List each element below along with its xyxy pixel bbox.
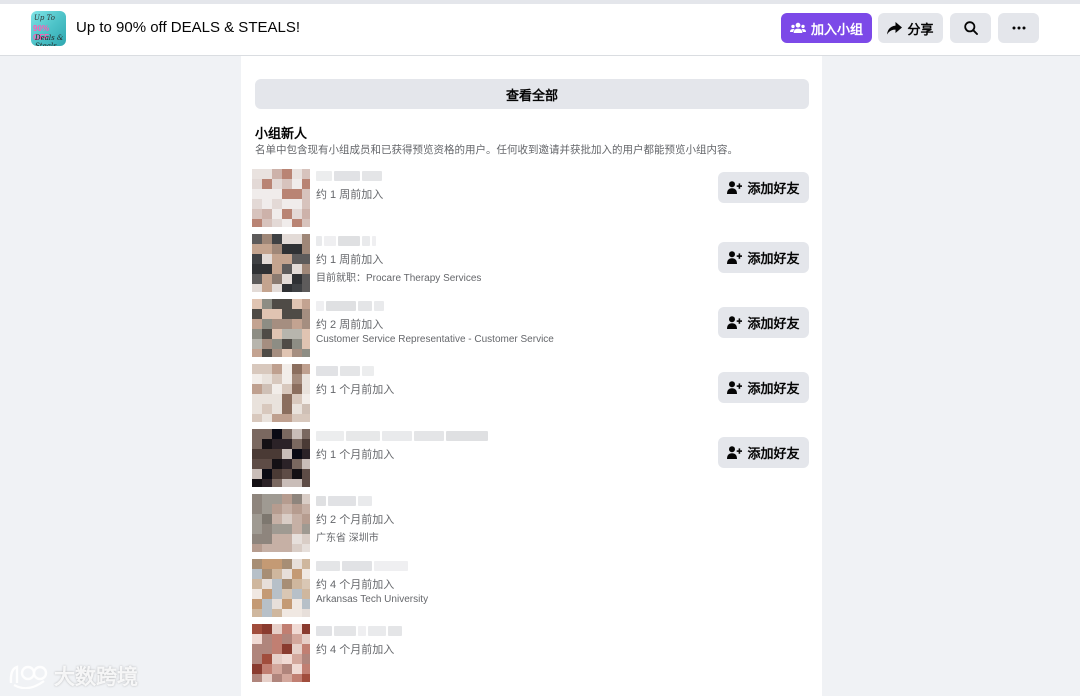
add-friend-button[interactable]: 添加好友 <box>718 307 809 338</box>
add-friend-label: 添加好友 <box>747 316 800 331</box>
member-name-blurred[interactable] <box>316 559 408 573</box>
group-title[interactable]: Up to 90% off DEALS & STEALS! <box>76 19 300 36</box>
add-friend-icon <box>727 251 743 264</box>
member-name-blurred[interactable] <box>316 169 382 183</box>
member-joined-time: 约 1 周前加入 <box>316 254 384 266</box>
add-friend-button[interactable]: 添加好友 <box>718 172 809 203</box>
member-joined-time: 约 4 个月前加入 <box>316 579 395 591</box>
add-friend-label: 添加好友 <box>747 251 800 266</box>
section-title: 小组新人 <box>255 126 308 141</box>
watermark-text: 大数跨境 <box>54 666 138 689</box>
new-members-panel: 查看全部 小组新人 名单中包含现有小组成员和已获得预览资格的用户。任何收到邀请并… <box>241 56 822 696</box>
member-name-blurred[interactable] <box>316 234 376 248</box>
member-avatar[interactable] <box>252 559 310 617</box>
add-friend-button[interactable]: 添加好友 <box>718 242 809 273</box>
member-row: 约 1 个月前加入 添加好友 <box>252 364 812 424</box>
group-icon <box>789 22 806 33</box>
add-friend-icon <box>727 181 743 194</box>
add-friend-icon <box>727 446 743 459</box>
search-icon <box>963 21 978 35</box>
member-joined-time: 约 1 个月前加入 <box>316 449 395 461</box>
member-avatar[interactable] <box>252 624 310 682</box>
add-friend-button[interactable]: 添加好友 <box>718 437 809 468</box>
member-joined-time: 约 2 个月前加入 <box>316 514 395 526</box>
share-button[interactable]: 分享 <box>878 13 943 43</box>
view-all-button[interactable]: 查看全部 <box>255 79 809 109</box>
member-name-blurred[interactable] <box>316 429 488 443</box>
member-row: 约 2 周前加入 Customer Service Representative … <box>252 299 812 359</box>
member-detail: Arkansas Tech University <box>316 594 429 605</box>
member-row: 约 4 个月前加入 Arkansas Tech University <box>252 559 812 619</box>
add-friend-button[interactable]: 添加好友 <box>718 372 809 403</box>
member-row: 约 1 周前加入 添加好友 <box>252 169 812 229</box>
member-joined-time: 约 2 周前加入 <box>316 319 384 331</box>
member-name-blurred[interactable] <box>316 494 372 508</box>
member-detail: 广东省 深圳市 <box>316 533 379 544</box>
add-friend-icon <box>727 316 743 329</box>
add-friend-label: 添加好友 <box>747 446 800 461</box>
member-name-blurred[interactable] <box>316 299 384 313</box>
share-arrow-icon <box>887 21 903 34</box>
member-detail: Customer Service Representative - Custom… <box>316 334 554 345</box>
member-row: 约 1 周前加入目前就职：Procare Therapy Services 添加好… <box>252 234 812 294</box>
member-joined-time: 约 1 个月前加入 <box>316 384 395 396</box>
add-friend-label: 添加好友 <box>747 381 800 396</box>
member-row: 约 1 个月前加入 添加好友 <box>252 429 812 489</box>
member-avatar[interactable] <box>252 299 310 357</box>
group-logo[interactable]: Up To 90% OFF Deals & Steals <box>31 11 66 46</box>
logo-text-line: Deals & Steals <box>35 34 64 46</box>
member-avatar[interactable] <box>252 494 310 552</box>
member-row: 约 4 个月前加入 <box>252 624 812 684</box>
member-avatar[interactable] <box>252 429 310 487</box>
member-joined-time: 约 1 周前加入 <box>316 189 384 201</box>
member-detail: 目前就职：Procare Therapy Services <box>316 273 482 284</box>
member-name-blurred[interactable] <box>316 624 402 638</box>
section-description: 名单中包含现有小组成员和已获得预览资格的用户。任何收到邀请并获批加入的用户都能预… <box>255 144 738 156</box>
member-avatar[interactable] <box>252 169 310 227</box>
member-name-blurred[interactable] <box>316 364 374 378</box>
logo-text-line: Up To <box>34 14 55 22</box>
member-avatar[interactable] <box>252 234 310 292</box>
add-friend-icon <box>727 381 743 394</box>
member-joined-time: 约 4 个月前加入 <box>316 644 395 656</box>
watermark-logo-icon <box>9 665 48 689</box>
top-bar: Up To 90% OFF Deals & Steals Up to 90% o… <box>0 0 1080 56</box>
member-avatar[interactable] <box>252 364 310 422</box>
member-row: 约 2 个月前加入 广东省 深圳市 <box>252 494 812 554</box>
join-group-label: 加入小组 <box>810 21 863 37</box>
more-options-button[interactable] <box>998 13 1039 43</box>
watermark: 大数跨境 <box>8 661 138 691</box>
join-group-button[interactable]: 加入小组 <box>781 13 872 43</box>
add-friend-label: 添加好友 <box>747 181 800 196</box>
search-button[interactable] <box>950 13 991 43</box>
more-dots-icon <box>1012 26 1025 30</box>
share-label: 分享 <box>907 21 934 37</box>
